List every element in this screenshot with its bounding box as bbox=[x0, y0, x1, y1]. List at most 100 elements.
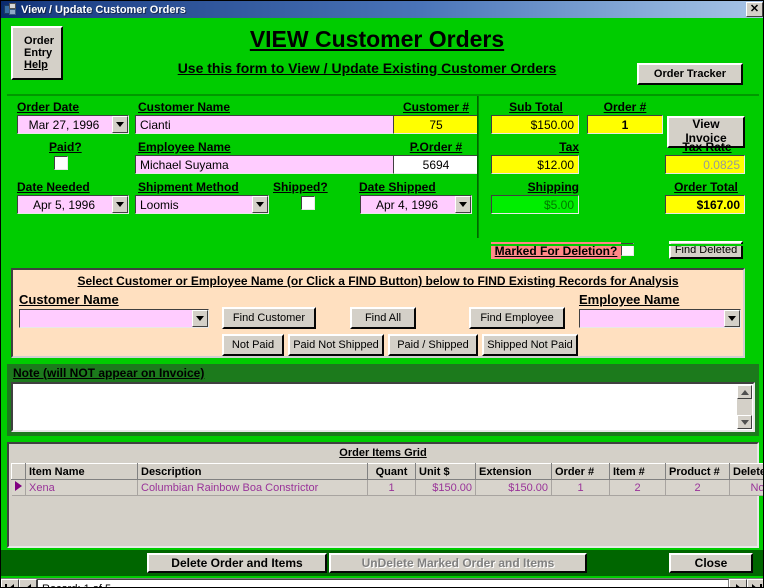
chevron-down-icon[interactable] bbox=[192, 310, 208, 327]
order-date-combo[interactable]: Mar 27, 1996 bbox=[17, 115, 129, 134]
find-panel: Select Customer or Employee Name (or Cli… bbox=[11, 268, 745, 358]
chevron-down-icon[interactable] bbox=[252, 196, 268, 213]
undelete-order-label: UnDelete Marked Order and Items bbox=[361, 556, 555, 570]
customer-name-value: Cianti bbox=[135, 115, 437, 134]
previous-record-button[interactable] bbox=[19, 579, 37, 587]
employee-name-label: Employee Name bbox=[138, 140, 231, 154]
cell-quant[interactable]: 1 bbox=[367, 479, 416, 496]
purchase-order-field[interactable]: 5694 bbox=[393, 155, 479, 174]
column-description[interactable]: Description bbox=[137, 463, 368, 480]
tax-rate-field[interactable]: 0.0825 bbox=[665, 155, 745, 174]
column-item-name[interactable]: Item Name bbox=[25, 463, 138, 480]
find-customer-button[interactable]: Find Customer bbox=[222, 307, 316, 329]
scroll-down-icon[interactable] bbox=[737, 415, 752, 429]
chevron-down-icon[interactable] bbox=[724, 310, 740, 327]
note-scrollbar[interactable] bbox=[737, 385, 752, 429]
chevron-down-icon[interactable] bbox=[455, 196, 471, 213]
order-tracker-button[interactable]: Order Tracker bbox=[637, 63, 743, 85]
close-button[interactable]: Close bbox=[669, 553, 753, 573]
cell-item-name[interactable]: Xena bbox=[25, 479, 138, 496]
sub-total-label: Sub Total bbox=[509, 100, 563, 114]
close-icon[interactable]: ✕ bbox=[746, 2, 763, 17]
find-panel-title: Select Customer or Employee Name (or Cli… bbox=[77, 274, 679, 288]
order-number-field[interactable]: 1 bbox=[587, 115, 663, 134]
shipping-field[interactable]: $5.00 bbox=[491, 195, 579, 214]
find-employee-button[interactable]: Find Employee bbox=[469, 307, 565, 329]
paid-checkbox[interactable] bbox=[54, 156, 68, 170]
order-items-table: Item Name Description Quant Unit $ Exten… bbox=[11, 463, 763, 496]
header-divider bbox=[7, 94, 759, 96]
shipping-label: Shipping bbox=[527, 180, 579, 194]
app-icon bbox=[4, 3, 17, 16]
delete-order-button[interactable]: Delete Order and Items bbox=[147, 553, 327, 573]
totals-divider bbox=[7, 244, 759, 246]
purchase-order-label: P.Order # bbox=[409, 140, 463, 154]
shipped-not-paid-button[interactable]: Shipped Not Paid bbox=[482, 334, 578, 356]
order-total-label: Order Total bbox=[674, 180, 738, 194]
tax-field[interactable]: $12.00 bbox=[491, 155, 579, 174]
view-invoice-line-1: View bbox=[692, 117, 720, 132]
cell-product-number[interactable]: 2 bbox=[665, 479, 730, 496]
help-line-2: Entry bbox=[24, 46, 53, 59]
undelete-order-button[interactable]: UnDelete Marked Order and Items bbox=[329, 553, 587, 573]
page-title: VIEW Customer Orders bbox=[249, 26, 505, 52]
cell-description[interactable]: Columbian Rainbow Boa Constrictor bbox=[137, 479, 368, 496]
customer-name-combo[interactable]: Cianti bbox=[135, 115, 437, 134]
find-all-button[interactable]: Find All bbox=[350, 307, 416, 329]
column-item-number[interactable]: Item # bbox=[609, 463, 666, 480]
last-record-button[interactable] bbox=[747, 579, 763, 587]
paid-not-shipped-button[interactable]: Paid Not Shipped bbox=[288, 334, 384, 356]
find-employee-name-combo[interactable] bbox=[579, 309, 741, 328]
sub-total-field[interactable]: $150.00 bbox=[491, 115, 579, 134]
column-product-number[interactable]: Product # bbox=[665, 463, 730, 480]
order-number-label: Order # bbox=[603, 100, 647, 114]
note-textarea[interactable] bbox=[11, 382, 755, 432]
chevron-down-icon[interactable] bbox=[112, 196, 128, 213]
employee-name-combo[interactable]: Michael Suyama bbox=[135, 155, 437, 174]
next-record-button[interactable] bbox=[729, 579, 747, 587]
tax-rate-label: Tax Rate bbox=[682, 140, 732, 154]
shipment-method-combo[interactable]: Loomis bbox=[135, 195, 269, 214]
first-record-icon bbox=[4, 583, 16, 587]
last-record-icon bbox=[751, 583, 762, 587]
find-customer-name-combo[interactable] bbox=[19, 309, 209, 328]
column-quant[interactable]: Quant bbox=[367, 463, 416, 480]
order-date-label: Order Date bbox=[17, 100, 80, 114]
cell-order-number[interactable]: 1 bbox=[551, 479, 610, 496]
column-delete[interactable]: Delete? bbox=[729, 463, 763, 480]
scroll-up-icon[interactable] bbox=[737, 385, 752, 399]
help-line-1: Order bbox=[24, 34, 54, 47]
window-title: View / Update Customer Orders bbox=[21, 3, 186, 16]
cell-unit[interactable]: $150.00 bbox=[415, 479, 476, 496]
row-selector-header bbox=[11, 463, 26, 480]
column-unit[interactable]: Unit $ bbox=[415, 463, 476, 480]
table-row[interactable]: Xena Columbian Rainbow Boa Constrictor 1… bbox=[11, 479, 763, 496]
order-total-field[interactable]: $167.00 bbox=[665, 195, 745, 214]
shipped-checkbox[interactable] bbox=[301, 196, 315, 210]
note-section: Note (will NOT appear on Invoice) bbox=[7, 364, 759, 436]
column-order-number[interactable]: Order # bbox=[551, 463, 610, 480]
employee-name-value: Michael Suyama bbox=[135, 155, 437, 174]
customer-number-field[interactable]: 75 bbox=[393, 115, 479, 134]
paid-label: Paid? bbox=[49, 140, 82, 154]
page-subtitle: Use this form to View / Update Existing … bbox=[177, 60, 557, 76]
cell-delete[interactable]: No bbox=[729, 479, 763, 496]
paid-shipped-button[interactable]: Paid / Shipped bbox=[388, 334, 478, 356]
order-entry-help-button[interactable]: Order Entry Help bbox=[11, 26, 63, 80]
order-items-grid-title: Order Items Grid bbox=[339, 447, 427, 459]
customer-number-label: Customer # bbox=[402, 100, 470, 114]
cell-item-number[interactable]: 2 bbox=[609, 479, 666, 496]
chevron-down-icon[interactable] bbox=[112, 116, 128, 133]
date-needed-combo[interactable]: Apr 5, 1996 bbox=[17, 195, 129, 214]
first-record-button[interactable] bbox=[1, 579, 19, 587]
date-shipped-label: Date Shipped bbox=[359, 180, 436, 194]
form-body: Order Entry Help VIEW Customer Orders Us… bbox=[1, 18, 763, 587]
note-label: Note (will NOT appear on Invoice) bbox=[13, 366, 205, 380]
cell-extension[interactable]: $150.00 bbox=[475, 479, 552, 496]
row-selector-icon[interactable] bbox=[11, 479, 26, 496]
record-counter[interactable]: Record: 1 of 5 bbox=[37, 579, 729, 587]
not-paid-button[interactable]: Not Paid bbox=[222, 334, 284, 356]
column-extension[interactable]: Extension bbox=[475, 463, 552, 480]
date-shipped-combo[interactable]: Apr 4, 1996 bbox=[360, 195, 472, 214]
shipment-method-value: Loomis bbox=[135, 195, 269, 214]
